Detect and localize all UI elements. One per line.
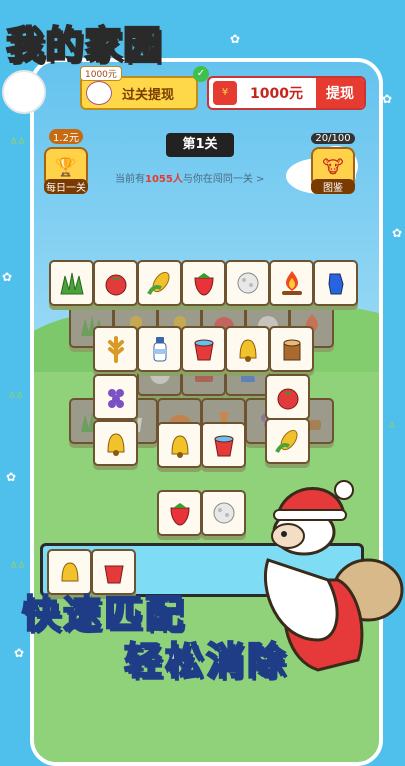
grass-icon: ᐞ [388, 420, 396, 436]
app-title: 我的家园 [5, 22, 163, 68]
grass-icon: ᐞᐞ [8, 390, 24, 406]
avatar[interactable] [2, 70, 46, 114]
grass-icon: ᐞᐞ [10, 136, 26, 152]
wheat-icon [107, 336, 124, 363]
tile-tomato[interactable] [93, 260, 138, 306]
tile-bell[interactable] [157, 422, 202, 468]
sparkle-icon: ✿ [14, 646, 25, 660]
collection-button[interactable]: 20/100 🐮 图鉴 [311, 126, 355, 194]
bell-icon [170, 435, 189, 458]
collection-label: 图鉴 [311, 179, 355, 194]
tile-glove[interactable] [313, 260, 358, 306]
sparkle-icon: ✿ [2, 270, 13, 284]
sparkle-icon: ✿ [6, 470, 17, 484]
tile-bell[interactable] [93, 420, 138, 466]
corn-icon [274, 429, 297, 453]
cotton-icon [213, 502, 234, 524]
strawberry-icon [169, 503, 190, 526]
balance-panel: ¥ 1000元 提现 [207, 76, 366, 110]
tile-wheat[interactable] [93, 326, 138, 372]
milk-icon [153, 337, 166, 362]
tile-grapes[interactable] [93, 374, 138, 420]
tomato-icon [105, 274, 126, 296]
campfire-icon [281, 271, 302, 295]
tile-strawberry[interactable] [181, 260, 226, 306]
sheep-icon [86, 81, 112, 105]
daily-reward: 1.2元 [49, 129, 83, 144]
tile-stump[interactable] [269, 326, 314, 372]
withdraw-button[interactable]: 提现 [316, 78, 364, 108]
grass-icon [59, 272, 84, 295]
cotton-icon [237, 272, 258, 294]
tomato-icon [277, 388, 298, 410]
daily-level-button[interactable]: 1.2元 🏆 每日一关 [44, 126, 88, 194]
bucket-icon [213, 435, 234, 457]
grass-icon: ᐞᐞ [10, 560, 26, 576]
glove-icon [327, 273, 344, 295]
sparkle-icon: ✿ [382, 92, 393, 106]
grapes-icon [107, 389, 124, 408]
peer-suffix: 与你在闯同一关 > [182, 174, 265, 185]
strawberry-icon [193, 273, 214, 296]
tile-tomato[interactable] [265, 374, 310, 420]
tile-corn[interactable] [137, 260, 182, 306]
peer-count: 1055人 [145, 174, 183, 185]
bucket-icon [193, 339, 214, 361]
daily-label: 每日一关 [44, 179, 88, 194]
tile-bell[interactable] [225, 326, 270, 372]
peer-prefix: 当前有 [115, 174, 145, 185]
red-packet-icon: ¥ [213, 81, 237, 105]
tile-milk[interactable] [137, 326, 182, 372]
bell-icon [238, 339, 257, 362]
stump-icon [283, 339, 300, 361]
tile-grass[interactable] [49, 260, 94, 306]
sparkle-icon: ✿ [392, 226, 403, 240]
level-withdraw-banner[interactable]: 过关提现 [80, 76, 198, 110]
level-label: 第1关 [166, 133, 234, 157]
withdraw-banner-tag: 1000元 [80, 66, 122, 81]
balance-amount: 1000元 [250, 86, 303, 102]
bell-icon [106, 433, 125, 456]
withdraw-banner-label: 过关提现 [122, 87, 175, 103]
collection-count: 20/100 [311, 133, 355, 144]
corn-icon [146, 271, 169, 295]
peer-count-link[interactable]: 当前有1055人与你在闯同一关 > [115, 170, 264, 185]
tile-cotton[interactable] [225, 260, 270, 306]
tile-cotton[interactable] [201, 490, 246, 536]
sparkle-icon: ✿ [230, 32, 241, 46]
tile-bucket[interactable] [181, 326, 226, 372]
slogan-line-2: 轻松消除 [123, 638, 289, 684]
tile-strawberry[interactable] [157, 490, 202, 536]
tile-bucket[interactable] [201, 422, 246, 468]
tile-corn[interactable] [265, 418, 310, 464]
tile-campfire[interactable] [269, 260, 314, 306]
